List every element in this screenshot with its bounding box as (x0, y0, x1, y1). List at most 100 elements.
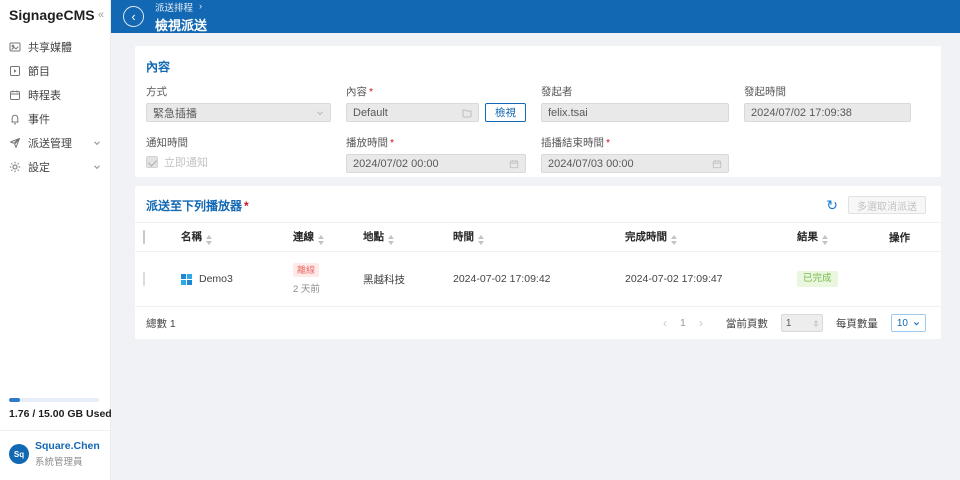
end-time-value: 2024/07/03 00:00 (548, 157, 634, 170)
column-header-name[interactable]: 名稱 (173, 222, 285, 252)
sort-icon[interactable] (822, 235, 828, 245)
status-badge-offline: 離線 (293, 263, 320, 277)
section-title-content: 內容 (146, 60, 171, 74)
row-actions (881, 251, 941, 307)
field-initiator: 發起者 felix.tsai (541, 84, 744, 122)
app-logo: SignageCMS (9, 7, 95, 23)
last-seen-label: 2 天前 (293, 283, 320, 295)
media-icon (9, 42, 21, 52)
view-button[interactable]: 檢視 (485, 103, 526, 122)
select-all-checkbox[interactable] (143, 230, 145, 244)
section-title-players: 派送至下列播放器 * (146, 198, 249, 213)
sidebar-item-label: 共享媒體 (28, 42, 72, 54)
play-time-value: 2024/07/02 00:00 (353, 157, 439, 170)
sidebar-item-label: 節目 (28, 66, 50, 78)
page-title: 檢視派送 (155, 17, 208, 33)
sidebar-item-label: 派送管理 (28, 138, 72, 150)
field-label: 發起者 (541, 86, 573, 98)
multi-cancel-dispatch-button[interactable]: 多選取消派送 (848, 196, 926, 214)
page-number[interactable]: 1 (680, 317, 686, 329)
collapse-sidebar-icon[interactable]: « (98, 9, 104, 21)
sort-icon[interactable] (478, 235, 484, 245)
sidebar-item-schedule[interactable]: 時程表 (0, 83, 110, 107)
sidebar: SignageCMS « 共享媒體 節目 時程表 事件 派送管理 設定 1.76… (0, 0, 112, 480)
field-label: 內容 * (346, 85, 374, 99)
players-table: 名稱 連線 地點 時間 完成時間 結果 操作 Demo3 離線 2 天前 黑越科… (135, 222, 941, 307)
dispatch-icon (10, 138, 20, 148)
start-time-input[interactable]: 2024/07/02 17:09:38 (744, 103, 911, 122)
method-select[interactable]: 緊急插播 (146, 103, 331, 122)
field-notify-time: 通知時間 立即通知 (146, 135, 346, 173)
calendar-icon (509, 159, 519, 168)
field-label: 方式 (146, 86, 167, 98)
stepper-icons[interactable] (813, 319, 818, 327)
sidebar-item-dispatch[interactable]: 派送管理 (0, 131, 110, 155)
row-checkbox[interactable] (143, 272, 145, 286)
back-button[interactable]: ‹ (123, 6, 144, 27)
column-header-finish-time[interactable]: 完成時間 (617, 222, 789, 252)
field-label: 播放時間 * (346, 136, 395, 150)
sort-icon[interactable] (318, 235, 324, 245)
page-content: 內容 方式 緊急插播 內容 * Default 檢視 發起者 felix.tsa… (111, 33, 960, 480)
column-header-time[interactable]: 時間 (445, 222, 617, 252)
breadcrumb[interactable]: 派送排程 › (155, 0, 207, 14)
players-card: 派送至下列播放器 * ↻ 多選取消派送 名稱 連線 地點 時間 完成時間 結果 … (135, 186, 941, 339)
sidebar-item-settings[interactable]: 設定 (0, 155, 110, 179)
initiator-input[interactable]: felix.tsai (541, 103, 729, 122)
field-label: 發起時間 (744, 86, 786, 98)
chevron-down-icon (93, 163, 101, 171)
current-page-label: 當前頁數 (725, 317, 768, 330)
page-size-select[interactable]: 10 (890, 314, 926, 332)
dispatch-time: 2024-07-02 17:09:42 (445, 251, 617, 307)
back-icon: ‹ (131, 8, 136, 24)
user-profile[interactable]: Sq Square.Chen 系統管理員 (0, 430, 110, 480)
sort-icon[interactable] (206, 235, 212, 245)
next-page-icon[interactable]: › (699, 317, 703, 329)
end-time-input[interactable]: 2024/07/03 00:00 (541, 154, 729, 173)
initiator-value: felix.tsai (548, 106, 588, 119)
immediate-notify-checkbox[interactable] (146, 156, 158, 168)
page-size-value: 10 (896, 317, 908, 329)
program-icon (10, 66, 20, 76)
sidebar-item-events[interactable]: 事件 (0, 107, 110, 131)
content-input[interactable]: Default (346, 103, 479, 122)
field-start-time: 發起時間 2024/07/02 17:09:38 (744, 84, 926, 122)
column-header-result[interactable]: 結果 (789, 222, 881, 252)
status-badge-completed: 已完成 (797, 270, 838, 288)
storage-usage-label: 1.76 / 15.00 GB Used (9, 408, 112, 421)
sidebar-item-shared-media[interactable]: 共享媒體 (0, 35, 110, 59)
prev-page-icon[interactable]: ‹ (663, 317, 667, 329)
field-label: 插播結束時間 * (541, 136, 611, 150)
required-mark: * (390, 136, 395, 149)
sort-icon[interactable] (388, 235, 394, 245)
user-role: 系統管理員 (35, 457, 83, 468)
player-location: 黑越科技 (355, 251, 445, 307)
page-size-label: 每頁數量 (835, 317, 878, 330)
storage-usage: 1.76 / 15.00 GB Used (0, 398, 112, 430)
start-time-value: 2024/07/02 17:09:38 (751, 106, 852, 119)
event-icon (11, 114, 19, 125)
required-mark: * (606, 136, 611, 149)
refresh-icon[interactable]: ↻ (826, 198, 838, 212)
sidebar-item-programs[interactable]: 節目 (0, 59, 110, 83)
chevron-down-icon (317, 110, 323, 115)
current-page-input[interactable]: 1 (780, 314, 823, 332)
calendar-icon (712, 159, 722, 168)
breadcrumb-item[interactable]: 派送排程 (155, 0, 193, 14)
column-header-connection[interactable]: 連線 (285, 222, 355, 252)
method-value: 緊急插播 (153, 107, 197, 120)
play-time-input[interactable]: 2024/07/02 00:00 (346, 154, 526, 173)
main-area: ‹ 派送排程 › 檢視派送 內容 方式 緊急插播 內容 * Default 檢視… (111, 0, 960, 480)
settings-icon (9, 161, 21, 173)
page-header: ‹ 派送排程 › 檢視派送 (111, 0, 960, 33)
sidebar-item-label: 設定 (28, 162, 50, 174)
pagination: ‹ 1 › 當前頁數 1 每頁數量 10 (663, 314, 926, 332)
column-header-location[interactable]: 地點 (355, 222, 445, 252)
player-name[interactable]: Demo3 (199, 273, 233, 285)
breadcrumb-separator-icon: › (199, 1, 203, 12)
content-form: 方式 緊急插播 內容 * Default 檢視 發起者 felix.tsai 發… (146, 84, 926, 173)
total-count-label: 總數 1 (146, 317, 176, 330)
content-value: Default (353, 106, 388, 119)
required-mark: * (244, 198, 249, 213)
sort-icon[interactable] (671, 235, 677, 245)
